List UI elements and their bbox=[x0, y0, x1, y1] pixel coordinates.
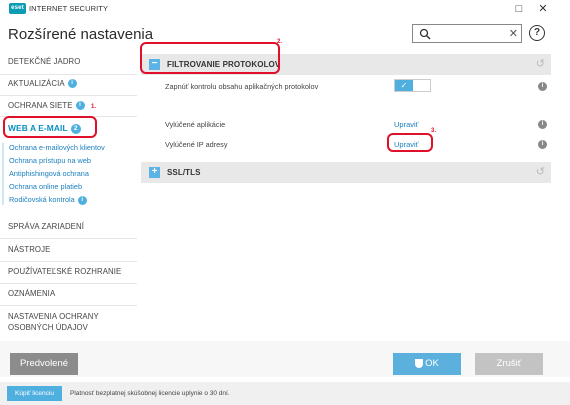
title-bar: eset INTERNET SECURITY □ ✕ bbox=[0, 0, 570, 18]
search-clear-icon[interactable]: ✕ bbox=[509, 26, 518, 42]
revert-icon[interactable]: ↺ bbox=[536, 58, 545, 70]
enable-protocol-filtering-toggle[interactable]: ✓ bbox=[394, 79, 431, 92]
minimize-button[interactable]: □ bbox=[511, 1, 527, 17]
row-label-excluded-ip: Vylúčené IP adresy bbox=[165, 140, 228, 149]
section-ssl-tls[interactable]: + SSL/TLS ↺ bbox=[141, 162, 551, 183]
sidebar-divider bbox=[0, 95, 137, 96]
sidebar-subitem-web-access-protection[interactable]: Ochrana prístupu na web bbox=[9, 156, 91, 165]
submenu-indicator bbox=[2, 143, 4, 205]
sidebar-divider bbox=[0, 74, 137, 75]
info-icon: i bbox=[75, 101, 85, 111]
app-title: INTERNET SECURITY bbox=[29, 4, 109, 13]
sidebar-item-tools[interactable]: NÁSTROJE bbox=[8, 245, 50, 254]
sidebar-divider bbox=[0, 283, 137, 284]
sidebar-divider bbox=[0, 238, 137, 239]
sidebar-subitem-parental-control[interactable]: Rodičovská kontrola i bbox=[9, 195, 87, 205]
annotation-box-2 bbox=[140, 42, 280, 74]
close-button[interactable]: ✕ bbox=[535, 1, 551, 17]
sidebar-divider bbox=[0, 261, 137, 262]
sidebar-item-detection-engine[interactable]: DETEKČNÉ JADRO bbox=[8, 57, 80, 66]
search-icon bbox=[419, 28, 431, 40]
annotation-box-1 bbox=[3, 116, 97, 138]
sidebar-subitem-antiphishing[interactable]: Antiphishingová ochrana bbox=[9, 169, 89, 178]
section-label: SSL/TLS bbox=[167, 168, 201, 177]
info-icon[interactable]: i bbox=[538, 140, 547, 149]
buy-license-button[interactable]: Kúpiť licenciu bbox=[7, 386, 62, 401]
license-status-text: Platnosť bezplatnej skúšobnej licencie u… bbox=[70, 390, 230, 397]
default-button[interactable]: Predvolené bbox=[10, 353, 78, 375]
expand-icon[interactable]: + bbox=[149, 167, 160, 178]
row-label-excluded-apps: Vylúčené aplikácie bbox=[165, 120, 226, 129]
search-input[interactable]: ✕ bbox=[412, 24, 522, 43]
checkmark-icon: ✓ bbox=[395, 80, 413, 91]
info-icon: i bbox=[67, 79, 77, 89]
annotation-number-1: 1. bbox=[91, 104, 97, 110]
annotation-box-3 bbox=[387, 133, 433, 152]
shield-icon bbox=[415, 358, 424, 368]
cancel-button[interactable]: Zrušiť bbox=[475, 353, 543, 375]
sidebar: DETEKČNÉ JADRO AKTUALIZÁCIA i OCHRANA SIE… bbox=[0, 48, 137, 341]
sidebar-item-notifications[interactable]: OZNÁMENIA bbox=[8, 289, 55, 298]
sidebar-item-privacy-settings[interactable]: NASTAVENIA OCHRANY OSOBNÝCH ÚDAJOV bbox=[8, 311, 99, 333]
ok-button[interactable]: OK bbox=[393, 353, 461, 375]
sidebar-item-user-interface[interactable]: POUŽÍVATEĽSKÉ ROZHRANIE bbox=[8, 267, 121, 276]
eset-logo-icon: eset bbox=[9, 3, 26, 14]
sidebar-subitem-banking-protection[interactable]: Ochrana online platieb bbox=[9, 182, 82, 191]
annotation-number-3: 3. bbox=[431, 128, 437, 134]
sidebar-subitem-email-client-protection[interactable]: Ochrana e-mailových klientov bbox=[9, 143, 105, 152]
revert-icon[interactable]: ↺ bbox=[536, 166, 545, 178]
sidebar-item-network-protection[interactable]: OCHRANA SIETE i bbox=[8, 101, 85, 111]
info-icon[interactable]: i bbox=[538, 120, 547, 129]
info-icon: i bbox=[77, 195, 87, 205]
sidebar-item-device-control[interactable]: SPRÁVA ZARIADENÍ bbox=[8, 222, 84, 231]
help-icon[interactable]: ? bbox=[529, 25, 545, 41]
info-icon[interactable]: i bbox=[538, 82, 547, 91]
annotation-number-2: 2. bbox=[277, 39, 283, 45]
edit-excluded-apps-link[interactable]: Upraviť bbox=[394, 120, 419, 129]
sidebar-item-update[interactable]: AKTUALIZÁCIA i bbox=[8, 79, 77, 89]
row-label-enable-app-protocol-filtering: Zapnúť kontrolu obsahu aplikačných proto… bbox=[165, 82, 319, 91]
settings-panel: − FILTROVANIE PROTOKOLOV ↺ Zapnúť kontro… bbox=[137, 48, 570, 341]
sidebar-divider bbox=[0, 305, 137, 306]
page-title: Rozšírené nastavenia bbox=[8, 26, 154, 43]
